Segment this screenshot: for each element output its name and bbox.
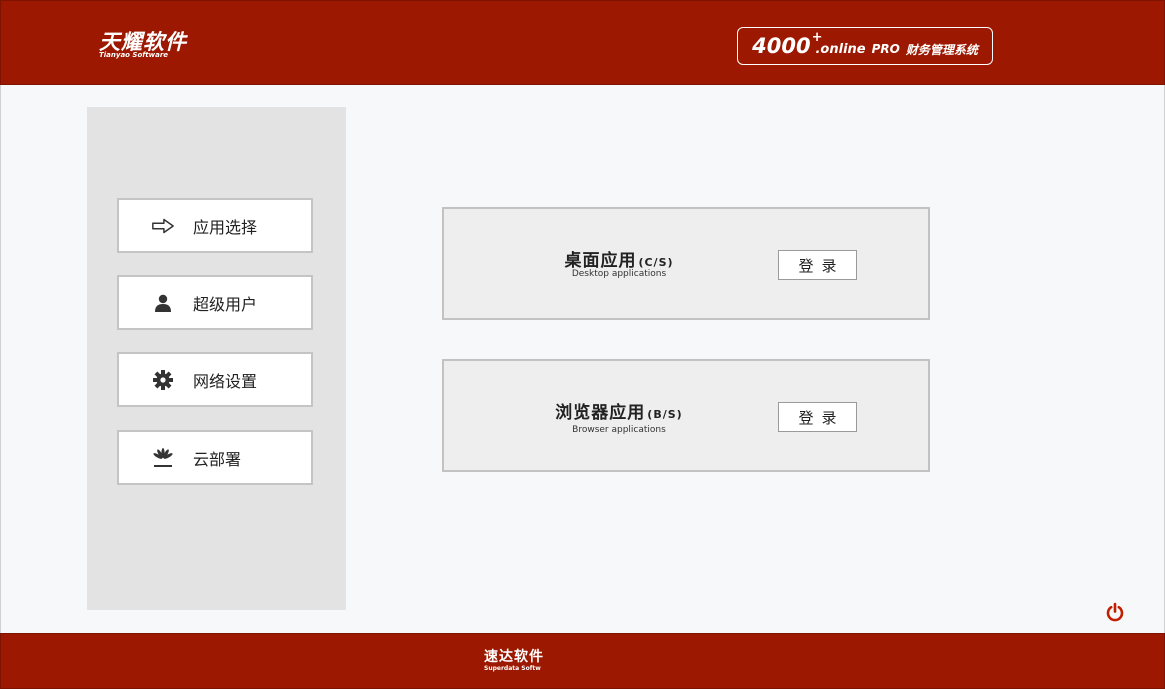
app-title-suffix: (C/S): [638, 256, 674, 269]
sidebar-item-cloud-deploy[interactable]: 云部署: [117, 430, 313, 485]
logo-text-cn: 天耀软件: [99, 30, 187, 54]
desktop-app-card: 桌面应用 (C/S) Desktop applications 登录: [442, 207, 930, 320]
sidebar-item-label: 云部署: [193, 449, 242, 469]
app-title: 桌面应用 (C/S): [444, 246, 794, 271]
sidebar-item-app-select[interactable]: 应用选择: [117, 198, 313, 253]
browser-app-card: 浏览器应用 (B/S) Browser applications 登录: [442, 359, 930, 472]
power-icon[interactable]: [1105, 602, 1125, 622]
product-version: 4000: [752, 34, 811, 58]
app-subtitle: Browser applications: [572, 425, 666, 435]
footer-logo-cn: 速达软件: [484, 649, 544, 665]
user-icon: [151, 291, 175, 315]
browser-login-button[interactable]: 登录: [778, 402, 857, 432]
app-title-text: 桌面应用: [564, 251, 637, 271]
header-bar: 天耀软件 Tianyao Software 4000 + .online PRO 财务管…: [0, 0, 1165, 85]
arrow-right-icon: [151, 214, 175, 238]
app-subtitle: Desktop applications: [571, 269, 667, 279]
product-online: .online: [815, 41, 866, 57]
app-title-suffix: (B/S): [647, 408, 683, 421]
superdata-logo: 速达软件 Superdata Softw: [484, 650, 544, 673]
sidebar-item-network-settings[interactable]: 网络设置: [117, 352, 313, 407]
app-title-text: 浏览器应用: [555, 403, 646, 423]
product-badge: 4000 + .online PRO 财务管理系统: [737, 27, 993, 65]
main-area: 应用选择 超级用户 网络设置 云部署 桌面应用 (C/S) Desktop ap…: [0, 85, 1165, 633]
gear-icon: [151, 368, 175, 392]
sidebar-item-label: 超级用户: [193, 294, 258, 314]
sidebar-item-label: 应用选择: [193, 217, 258, 237]
app-title: 浏览器应用 (B/S): [444, 398, 794, 423]
sidebar-item-super-user[interactable]: 超级用户: [117, 275, 313, 330]
huawei-logo-icon: [151, 446, 175, 470]
sidebar: 应用选择 超级用户 网络设置 云部署: [87, 107, 346, 610]
product-name-cn: 财务管理系统: [905, 42, 978, 57]
product-pro: PRO: [871, 42, 900, 56]
tianyao-logo: 天耀软件 Tianyao Software: [99, 31, 187, 60]
desktop-login-button[interactable]: 登录: [778, 250, 857, 280]
footer-bar: 速达软件 Superdata Softw: [0, 633, 1165, 689]
sidebar-item-label: 网络设置: [193, 371, 258, 391]
footer-logo-en: Superdata Softw: [484, 665, 541, 672]
